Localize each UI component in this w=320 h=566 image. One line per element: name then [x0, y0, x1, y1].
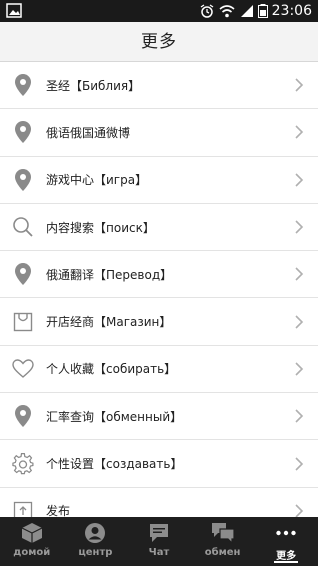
list-item-weibo[interactable]: 俄语俄国通微博 [0, 109, 318, 157]
chevron-right-icon [295, 173, 304, 187]
list-item-game-center[interactable]: 游戏中心【игра】 [0, 157, 318, 204]
list-item-publish[interactable]: 发布 [0, 488, 318, 517]
list-item-label: 游戏中心【игра】 [46, 173, 148, 188]
chevron-right-icon [295, 504, 304, 517]
tab-chat[interactable]: Чат [127, 517, 191, 566]
chevron-right-icon [295, 456, 304, 471]
list-item-label: 开店经商【Магазин】 [46, 315, 172, 330]
alarm-icon [200, 4, 214, 18]
title-bar: 更多 [0, 22, 318, 62]
location-pin-icon [11, 73, 35, 97]
location-pin-icon [11, 120, 35, 144]
status-bar: 23:06 [0, 0, 318, 22]
tab-exchange[interactable]: обмен [191, 517, 255, 566]
location-pin-icon [11, 168, 35, 192]
list-item-bible[interactable]: 圣经【Библия】 [0, 62, 318, 110]
tab-label: 更多 [276, 551, 297, 562]
menu-list: 圣经【Библия】 俄语俄国通微博 游戏中心【игра】 内容搜索【поиск… [0, 62, 318, 517]
search-icon [11, 215, 35, 239]
list-item-exchange-rate[interactable]: 汇率查询【обменный】 [0, 393, 318, 441]
tab-home[interactable]: домой [0, 517, 64, 566]
chevron-right-icon [295, 409, 304, 423]
list-item-content-search[interactable]: 内容搜索【поиск】 [0, 204, 318, 252]
chevron-right-icon [295, 362, 304, 376]
tab-more[interactable]: 更多 [254, 517, 318, 566]
clock-time: 23:06 [271, 3, 312, 19]
location-pin-icon [11, 404, 35, 428]
list-item-translate[interactable]: 俄通翻译【Перевод】 [0, 251, 318, 299]
chevron-right-icon [295, 220, 304, 234]
list-item-favorites[interactable]: 个人收藏【собирать】 [0, 346, 318, 394]
list-item-label: 内容搜索【поиск】 [46, 220, 155, 235]
tab-label: домой [13, 547, 51, 558]
heart-icon [11, 357, 35, 381]
list-item-label: 俄语俄国通微博 [46, 125, 131, 140]
list-item-label: 圣经【Библия】 [46, 78, 141, 93]
chevron-right-icon [295, 267, 304, 281]
page-title: 更多 [141, 32, 177, 52]
user-icon [82, 521, 108, 545]
signal-icon [241, 5, 253, 17]
list-item-label: 发布 [46, 504, 71, 517]
gallery-notification-icon [6, 3, 22, 18]
list-item-settings[interactable]: 个性设置【создавать】 [0, 440, 318, 488]
tab-center[interactable]: центр [64, 517, 128, 566]
list-item-label: 汇率查询【обменный】 [46, 409, 183, 424]
list-item-label: 个人收藏【собирать】 [46, 362, 177, 377]
shopping-bag-icon [11, 310, 35, 334]
chat-bubble-icon [146, 521, 172, 545]
bottom-tab-bar: домой центр Чат обмен 更多 [0, 517, 318, 566]
wifi-icon [219, 5, 235, 18]
gear-icon [11, 452, 35, 476]
tab-label: центр [78, 547, 113, 558]
list-item-label: 个性设置【создавать】 [46, 457, 183, 472]
tab-label: Чат [148, 547, 170, 558]
chat-double-icon [210, 521, 236, 545]
list-item-shop[interactable]: 开店经商【Магазин】 [0, 298, 318, 346]
upload-icon [11, 499, 35, 517]
battery-icon [258, 4, 268, 18]
chevron-right-icon [295, 125, 304, 140]
chevron-right-icon [295, 78, 304, 92]
chevron-right-icon [295, 315, 304, 329]
list-item-label: 俄通翻译【Перевод】 [46, 267, 173, 282]
location-pin-icon [11, 262, 35, 286]
tab-label: обмен [204, 547, 241, 558]
more-dots-icon [273, 521, 299, 545]
box-icon [19, 521, 45, 545]
